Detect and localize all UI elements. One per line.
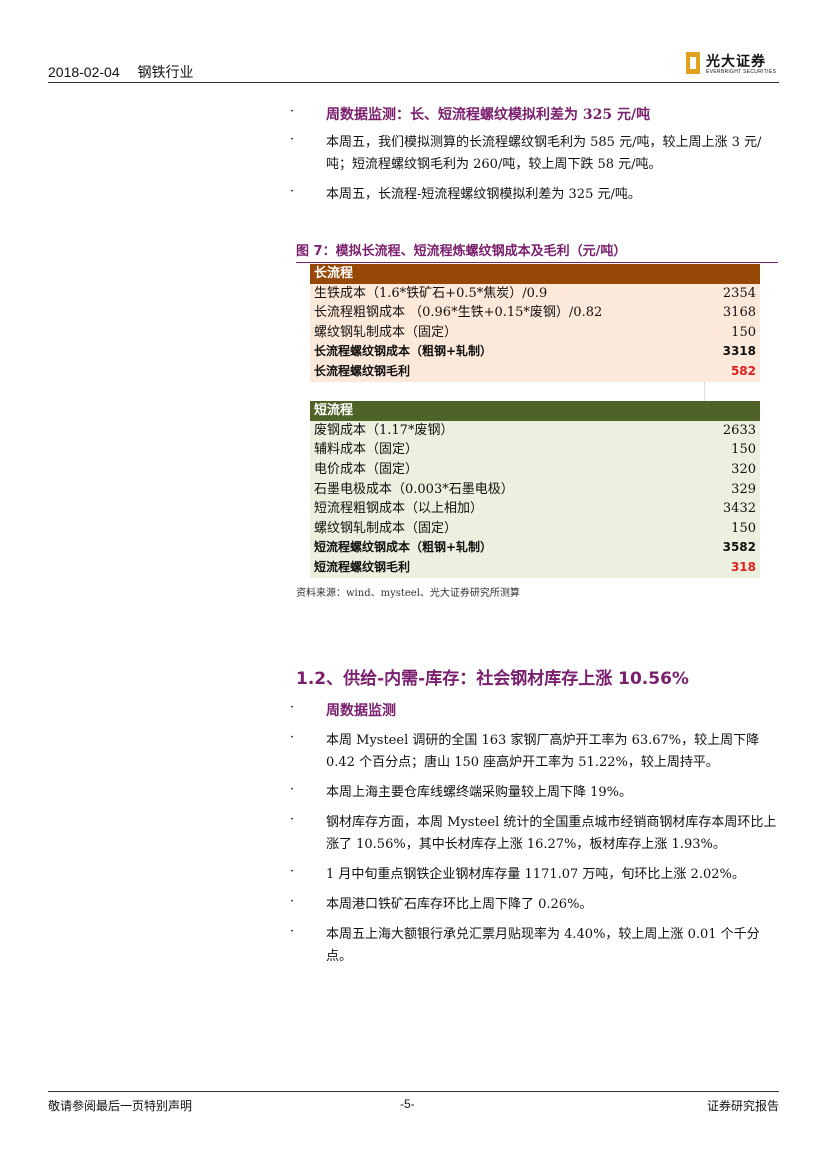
row-value: 3318 [704,342,760,362]
bullet-icon: · [290,104,295,119]
footer-divider [48,1091,779,1092]
row-label: 长流程螺纹钢毛利 [310,361,705,382]
list-item: · 1 月中旬重点钢铁企业钢材库存量 1171.07 万吨，旬环比上涨 2.02… [290,864,778,886]
row-value: 3168 [704,303,760,323]
logo-mark-icon [686,52,700,74]
row-value: 3432 [704,499,760,519]
table-row: 生铁成本（1.6*铁矿石+0.5*焦炭）/0.9 2354 [310,283,760,304]
list-item: · 本周五上海大额银行承兑汇票月贴现率为 4.40%，较上周上涨 0.01 个千… [290,924,778,968]
cost-table: 长流程 生铁成本（1.6*铁矿石+0.5*焦炭）/0.9 2354 长流程粗钢成… [310,264,760,578]
table-row: 短流程螺纹钢毛利 318 [310,557,760,578]
row-value: 150 [704,518,760,539]
list-item: · 本周 Mysteel 调研的全国 163 家钢厂高炉开工率为 63.67%，… [290,730,778,774]
table-row: 废钢成本（1.17*废钢） 2633 [310,420,760,441]
section-title: 1.2、供给-内需-库存：社会钢材库存上涨 10.56% [296,669,689,689]
list-item: · 本周上海主要仓库线螺终端采购量较上周下降 19%。 [290,782,778,804]
weekly-section: · 周数据监测：长、短流程螺纹模拟利差为 325 元/吨 [290,104,778,124]
page-number: -5- [400,1097,415,1111]
weekly-bullet-list: · 本周五，我们模拟测算的长流程螺纹钢毛利为 585 元/吨，较上周上涨 3 元… [290,132,778,206]
list-item: · 钢材库存方面，本周 Mysteel 统计的全国重点城市经销商钢材库存本周环比… [290,812,778,856]
row-label: 短流程螺纹钢毛利 [310,557,705,578]
row-label: 短流程螺纹钢成本（粗钢+轧制） [310,538,705,558]
industry-label: 钢铁行业 [137,64,194,80]
logo-text-cn: 光大证券 [706,54,766,70]
table-row: 螺纹钢轧制成本（固定） 150 [310,322,760,343]
list-item: · 本周港口铁矿石库存环比上周下降了 0.26%。 [290,894,778,916]
row-label: 螺纹钢轧制成本（固定） [310,322,705,343]
supply-subsection: · 周数据监测 [290,700,778,720]
figure-source: 资料来源：wind、mysteel、光大证券研究所测算 [296,588,520,599]
table-row: 电价成本（固定） 320 [310,459,760,480]
profit-value: 318 [704,557,760,578]
row-label: 辅料成本（固定） [310,440,705,460]
row-value: 2633 [704,420,760,441]
list-item-text: 钢材库存方面，本周 Mysteel 统计的全国重点城市经销商钢材库存本周环比上涨… [326,815,777,852]
bullet-icon: · [290,924,295,939]
table-row: 长流程粗钢成本 （0.96*生铁+0.15*废钢）/0.82 3168 [310,303,760,323]
row-label: 电价成本（固定） [310,459,705,480]
row-value: 2354 [704,283,760,304]
row-label: 短流程粗钢成本（以上相加） [310,499,705,519]
list-item-text: 本周港口铁矿石库存环比上周下降了 0.26%。 [326,897,593,912]
table-row: 石墨电极成本（0.003*石墨电极） 329 [310,479,760,500]
list-item: · 本周五，我们模拟测算的长流程螺纹钢毛利为 585 元/吨，较上周上涨 3 元… [290,132,778,176]
list-item-text: 1 月中旬重点钢铁企业钢材库存量 1171.07 万吨，旬环比上涨 2.02%。 [326,867,745,882]
row-value: 3582 [704,538,760,558]
logo-text-en: EVERBRIGHT SECURITIES [706,69,777,75]
table-row: 短流程粗钢成本（以上相加） 3432 [310,499,760,519]
subsection-title: 周数据监测 [326,703,396,719]
row-label: 长流程螺纹钢成本（粗钢+轧制） [310,342,705,362]
row-value: 150 [704,322,760,343]
figure-title-divider [296,262,778,263]
short-process-label: 短流程 [310,401,760,421]
page-header: 2018-02-04 钢铁行业 [48,62,208,82]
list-item-text: 本周上海主要仓库线螺终端采购量较上周下降 19%。 [326,785,633,800]
row-label: 废钢成本（1.17*废钢） [310,420,705,441]
row-label: 长流程粗钢成本 （0.96*生铁+0.15*废钢）/0.82 [310,303,705,323]
long-process-header: 长流程 [310,264,760,284]
bullet-icon: · [290,700,295,715]
profit-value: 582 [704,361,760,382]
bullet-icon: · [290,864,295,879]
bullet-icon: · [290,730,295,745]
bullet-icon: · [290,132,295,147]
table-row: 短流程螺纹钢成本（粗钢+轧制） 3582 [310,538,760,558]
row-label: 石墨电极成本（0.003*石墨电极） [310,479,705,500]
table-row: 长流程螺纹钢成本（粗钢+轧制） 3318 [310,342,760,362]
row-value: 320 [704,459,760,480]
header-divider [48,82,779,83]
table-row: 辅料成本（固定） 150 [310,440,760,460]
figure-title: 图 7：模拟长流程、短流程炼螺纹钢成本及毛利（元/吨） [296,244,627,259]
footer-report-type: 证券研究报告 [706,1099,779,1113]
long-process-label: 长流程 [310,264,760,284]
supply-bullet-list: · 本周 Mysteel 调研的全国 163 家钢厂高炉开工率为 63.67%，… [290,730,778,968]
list-item-text: 本周 Mysteel 调研的全国 163 家钢厂高炉开工率为 63.67%，较上… [326,733,760,770]
short-process-header: 短流程 [310,401,760,421]
row-value: 329 [704,479,760,500]
row-label: 生铁成本（1.6*铁矿石+0.5*焦炭）/0.9 [310,283,705,304]
list-item: · 本周五，长流程-短流程螺纹钢模拟利差为 325 元/吨。 [290,184,778,206]
bullet-icon: · [290,782,295,797]
row-value: 150 [704,440,760,460]
report-date: 2018-02-04 [48,64,120,80]
list-item-text: 本周五上海大额银行承兑汇票月贴现率为 4.40%，较上周上涨 0.01 个千分点… [326,927,760,964]
bullet-icon: · [290,812,295,827]
bullet-icon: · [290,894,295,909]
row-label: 螺纹钢轧制成本（固定） [310,518,705,539]
table-spacer [310,381,760,402]
weekly-section-title: 周数据监测：长、短流程螺纹模拟利差为 325 元/吨 [326,107,651,123]
bullet-icon: · [290,184,295,199]
table-row: 长流程螺纹钢毛利 582 [310,361,760,382]
list-item-text: 本周五，我们模拟测算的长流程螺纹钢毛利为 585 元/吨，较上周上涨 3 元/吨… [326,135,762,172]
list-item-text: 本周五，长流程-短流程螺纹钢模拟利差为 325 元/吨。 [326,187,641,202]
footer-disclaimer: 敬请参阅最后一页特别声明 [48,1099,193,1113]
table-row: 螺纹钢轧制成本（固定） 150 [310,518,760,539]
company-logo: 光大证券 EVERBRIGHT SECURITIES [686,52,778,78]
